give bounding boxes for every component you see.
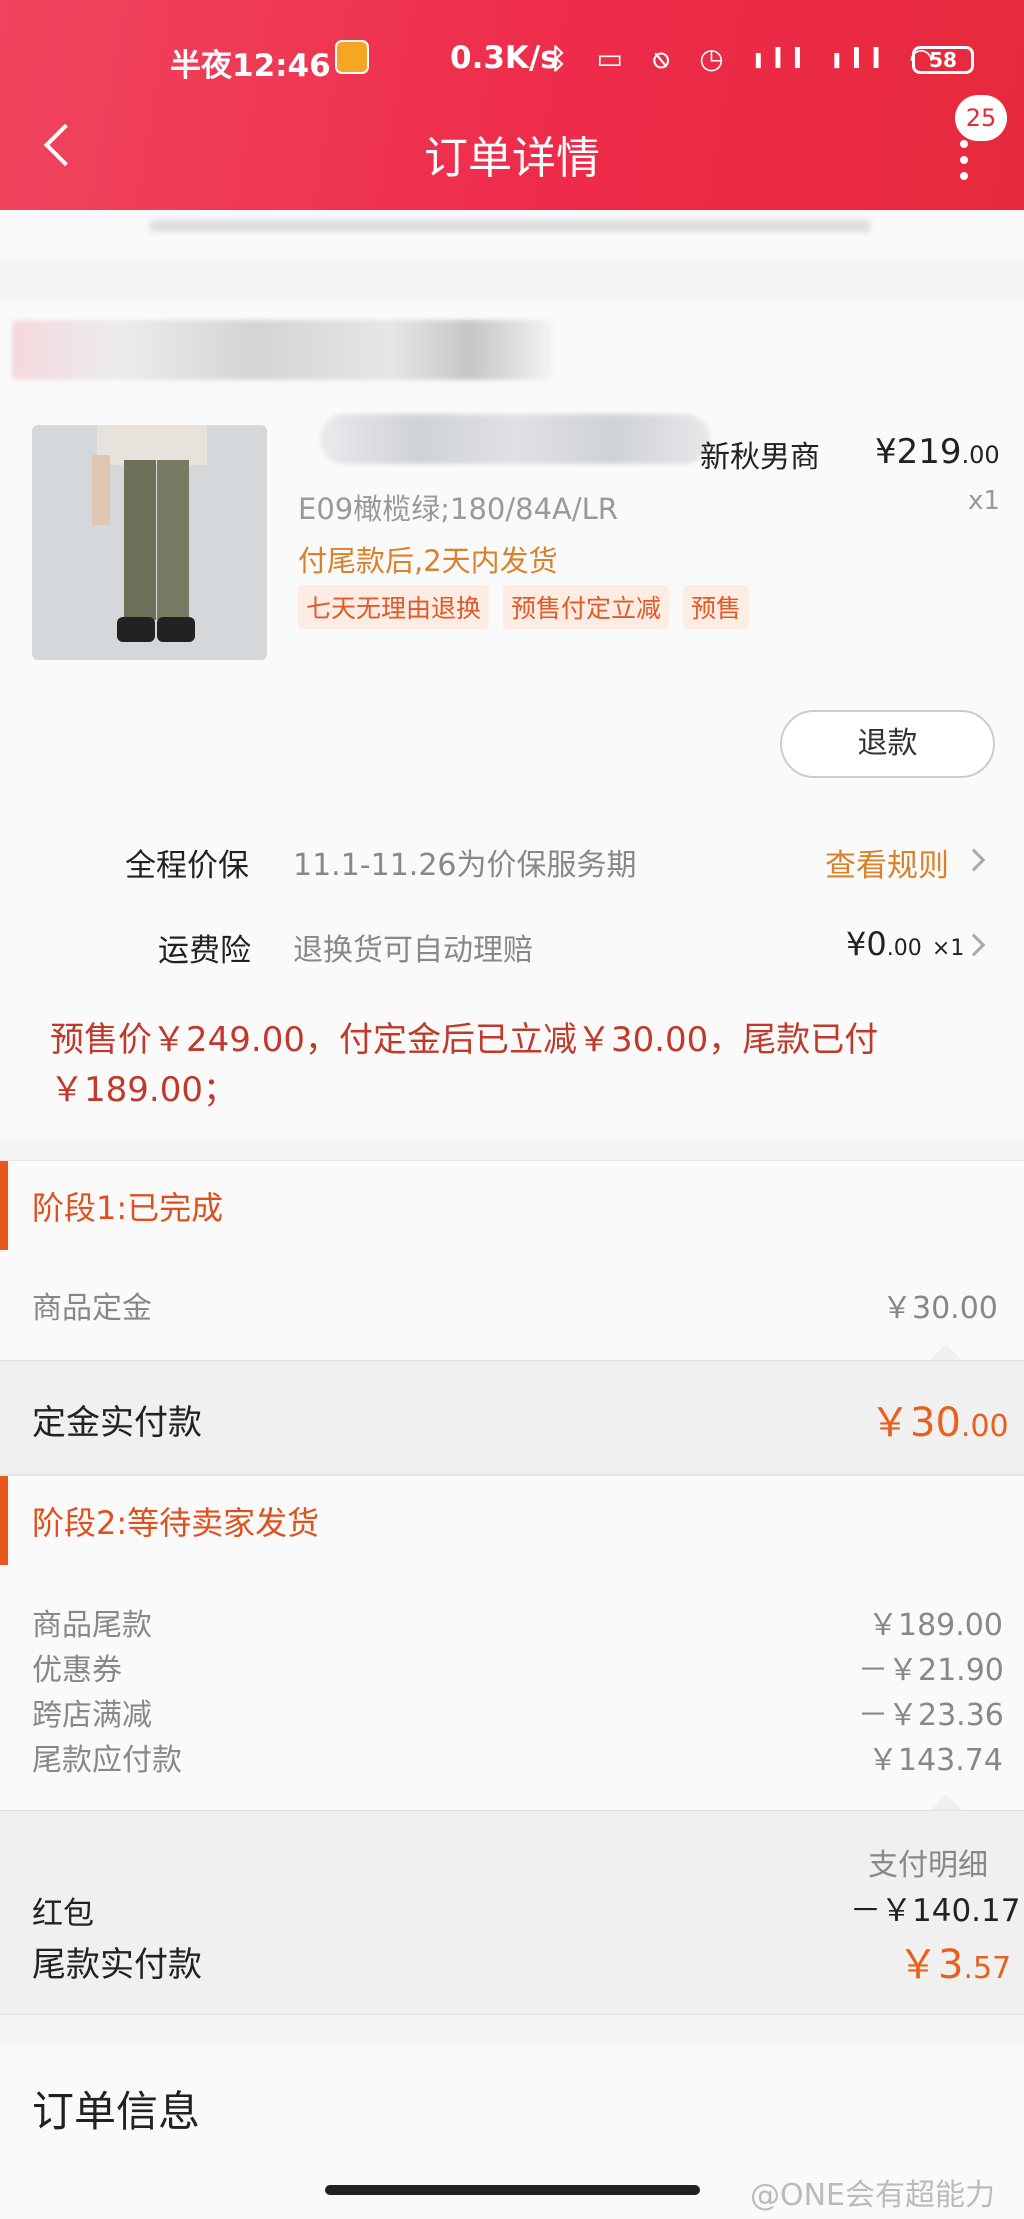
status-bar: 半夜12:46 0.3K/s ᛒ ▭ ⍉ ◷ ıll ıll ◠ 58 xyxy=(0,30,1024,90)
stage1-header: 阶段1:已完成 xyxy=(0,1160,1024,1251)
tag-returns: 七天无理由退换 xyxy=(298,585,490,629)
refund-button[interactable]: 退款 xyxy=(780,710,995,778)
line-item-name: 尾款应付款 xyxy=(32,1743,182,1778)
product-title[interactable]: 新秋男商 xyxy=(700,432,820,476)
stage1-items xyxy=(0,1250,1024,1360)
shipping-insurance-price: ¥0.00 ×1 xyxy=(846,925,965,963)
stage2-header: 阶段2:等待卖家发货 xyxy=(0,1475,1024,1566)
product-image[interactable] xyxy=(32,425,267,660)
home-indicator[interactable] xyxy=(325,2185,700,2195)
tag-presale: 预售 xyxy=(683,585,750,629)
product-sku: E09橄榄绿;180/84A/LR xyxy=(298,492,618,526)
navbar: 订单详情 xyxy=(0,110,1024,200)
line-item-amount: ￥189.00 xyxy=(868,1608,1003,1643)
line-item-amount: ￥143.74 xyxy=(868,1743,1003,1778)
shipping-insurance-value: 退换货可自动理赔 xyxy=(293,933,533,968)
product-title-blurred[interactable] xyxy=(320,414,710,464)
service-tags: 七天无理由退换 预售付定立减 预售 xyxy=(298,585,763,629)
more-icon[interactable] xyxy=(960,140,968,188)
line-item-name: 商品定金 xyxy=(32,1291,152,1326)
tag-deposit-discount: 预售付定立减 xyxy=(503,585,670,629)
battery-icon: 58 xyxy=(912,46,974,74)
line-item-amount: －￥21.90 xyxy=(858,1653,1004,1688)
line-item-amount: ￥30.00 xyxy=(882,1291,998,1326)
order-info-title: 订单信息 xyxy=(32,2087,201,2136)
shop-name-blurred[interactable] xyxy=(12,320,552,380)
stage2-total-label: 尾款实付款 xyxy=(32,1945,202,1985)
shipping-insurance-label: 运费险 xyxy=(158,933,251,969)
price-protect-label: 全程价保 xyxy=(125,848,249,884)
product-price: ¥219.00 xyxy=(875,432,1000,472)
watermark: @ONE会有超能力 xyxy=(750,2178,996,2213)
product-quantity: x1 xyxy=(968,486,1000,516)
status-icons: ᛒ ▭ ⍉ ◷ ıll ıll ◠ xyxy=(550,42,943,75)
line-item-name: 优惠券 xyxy=(32,1653,122,1688)
network-speed: 0.3K/s xyxy=(450,40,559,76)
price-protect-value: 11.1-11.26为价保服务期 xyxy=(293,848,637,883)
payment-detail-link[interactable]: 支付明细 xyxy=(868,1840,988,1884)
stage2-label: 阶段2:等待卖家发货 xyxy=(32,1504,320,1542)
line-item-name: 跨店满减 xyxy=(32,1698,152,1733)
view-rules-link[interactable]: 查看规则 xyxy=(825,840,949,885)
stage1-total-label: 定金实付款 xyxy=(32,1403,202,1443)
red-packet-label: 红包 xyxy=(32,1896,94,1932)
status-strip xyxy=(0,210,1024,260)
stage1-total-amount: ￥30.00 xyxy=(870,1400,1009,1446)
stage1-label: 阶段1:已完成 xyxy=(32,1189,224,1227)
app-notification-icon xyxy=(335,40,369,74)
page-title: 订单详情 xyxy=(424,133,600,184)
red-packet-amount: －￥140.17 xyxy=(850,1893,1021,1929)
presale-note: 预售价￥249.00，付定金后已立减￥30.00，尾款已付￥189.00； xyxy=(50,1020,879,1110)
app-header: 半夜12:46 0.3K/s ᛒ ▭ ⍉ ◷ ıll ıll ◠ 58 订单详情… xyxy=(0,0,1024,210)
ship-note: 付尾款后,2天内发货 xyxy=(298,544,558,578)
message-count-badge[interactable]: 25 xyxy=(955,95,1007,141)
status-time: 半夜12:46 xyxy=(170,48,331,84)
line-item-name: 商品尾款 xyxy=(32,1608,152,1643)
line-item-amount: －￥23.36 xyxy=(858,1698,1004,1733)
stage2-total-amount: ￥3.57 xyxy=(898,1942,1012,1988)
